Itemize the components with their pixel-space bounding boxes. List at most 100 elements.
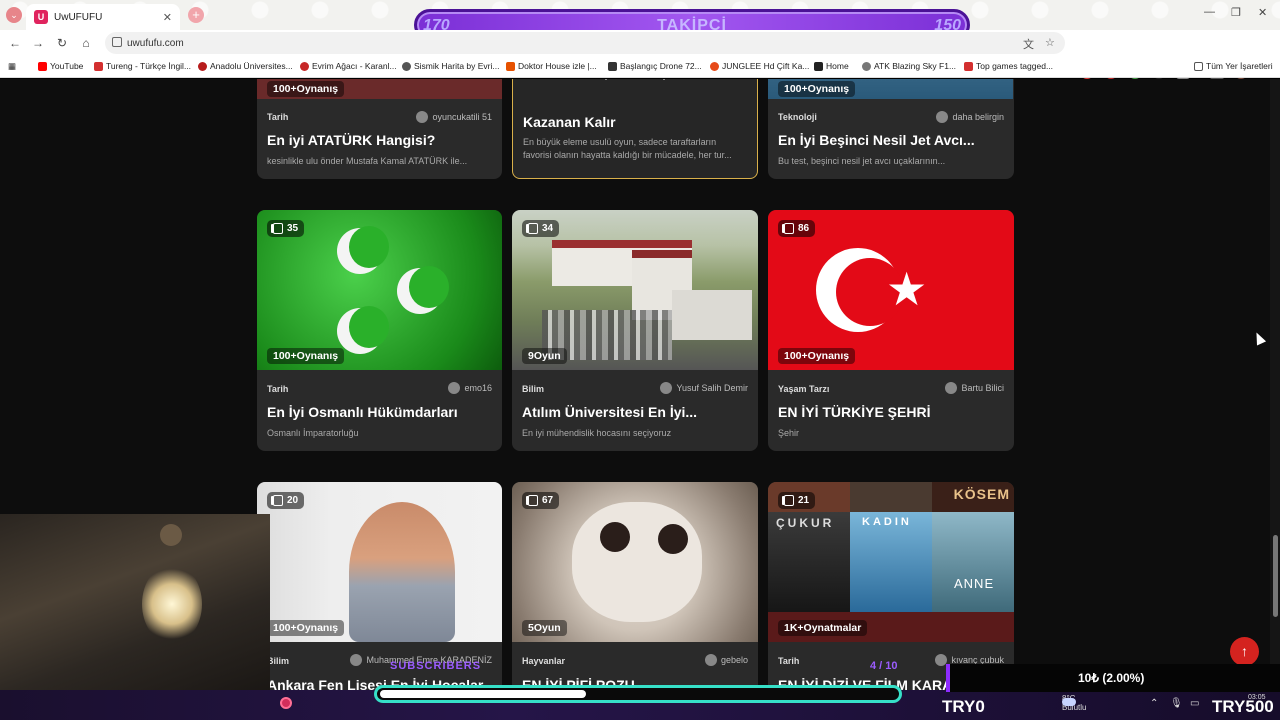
card-category: Tarih (267, 112, 289, 122)
apps-grid-icon[interactable]: ▦ (8, 61, 16, 72)
bookmark-sismik-harita[interactable]: Sismik Harita by Evri... (402, 61, 500, 71)
card-count-badge: 20 (267, 492, 305, 509)
weather-widget[interactable]: 8°C Bulutlu (1040, 694, 1086, 712)
progress-fill (380, 690, 586, 698)
bookmark-evrim-agaci[interactable]: Evrim Ağacı - Karanl... (300, 61, 397, 71)
card-category: Hayvanlar (522, 656, 566, 666)
uwufufu-favicon-icon: U (34, 10, 48, 24)
donation-amount: 10₺ (2.00%) (1078, 671, 1145, 685)
user-icon (448, 382, 461, 394)
card-title: Kazanan Kalır (523, 114, 616, 130)
user-icon (936, 111, 949, 123)
card-category: Tarih (267, 384, 289, 394)
game-card-kazanan-kalir[interactable]: Kazanan Kalır En büyük eleme usulü oyun,… (512, 79, 758, 179)
card-thumbnail: 67 5Oyun (512, 482, 758, 642)
close-icon[interactable]: ✕ (163, 11, 172, 24)
bookmark-anadolu[interactable]: Anadolu Üniversites... (198, 61, 293, 71)
cards-icon (273, 223, 283, 234)
card-thumbnail: 100+Oynanış (257, 79, 502, 99)
card-count-badge: 34 (522, 220, 560, 237)
card-description: kesinlikle ulu önder Mustafa Kamal ATATÜ… (267, 156, 468, 166)
card-title: En İyi Beşinci Nesil Jet Avcı... (778, 132, 975, 148)
card-description: Osmanlı İmparatorluğu (267, 428, 359, 438)
card-category: Bilim (267, 656, 290, 666)
game-card-atilim[interactable]: 34 9Oyun Bilim Yusuf Salih Demir Atılım … (512, 210, 758, 451)
card-title: EN İYİ TÜRKİYE ŞEHRİ (778, 404, 931, 420)
card-plays: 100+Oynanış (267, 620, 345, 636)
bookmark-youtube[interactable]: YouTube (38, 61, 83, 71)
tab-uwufufu[interactable]: U UwUFUFU ✕ (26, 4, 180, 30)
card-title: En İyi Osmanlı Hükümdarları (267, 404, 458, 420)
tab-title: UwUFUFU (54, 11, 103, 23)
window-close-icon[interactable]: ✕ (1258, 6, 1267, 19)
game-card-jet[interactable]: 100+Oynanış Teknoloji daha belirgin En İ… (768, 79, 1014, 179)
user-icon (945, 382, 958, 394)
bookmark-home[interactable]: Home (814, 61, 849, 71)
scrollbar-thumb[interactable] (1273, 535, 1278, 617)
page-scrollbar[interactable] (1270, 79, 1280, 720)
card-author: oyuncukatili 51 (416, 111, 492, 123)
game-card-ataturk[interactable]: 100+Oynanış Tarih oyuncukatili 51 En iyi… (257, 79, 502, 179)
subscribers-label: SUBSCRIBERS (390, 660, 482, 672)
bookmark-doktor-house[interactable]: Doktor House izle |... (506, 61, 597, 71)
all-bookmarks-folder[interactable]: Tüm Yer İşaretleri (1194, 61, 1273, 71)
tray-chevron-icon[interactable]: ⌃ (1150, 698, 1158, 709)
donation-start: TRY0 (942, 697, 985, 716)
user-icon (350, 654, 363, 666)
forward-icon[interactable]: → (31, 36, 45, 50)
poster-tile: ÇUKUR (768, 512, 850, 612)
reload-icon[interactable]: ↻ (55, 36, 69, 50)
site-info-icon[interactable] (112, 37, 122, 47)
trophy-shape-right (651, 79, 677, 80)
card-category: Bilim (522, 384, 545, 394)
card-description: En iyi mühendislik hocasını seçiyoruz (522, 428, 672, 438)
bookmark-star-icon[interactable]: ☆ (1045, 36, 1055, 49)
game-card-turkiye-sehri[interactable]: ★ 86 100+Oynanış Yaşam Tarzı Bartu Bilic… (768, 210, 1014, 451)
home-icon[interactable]: ⌂ (79, 36, 93, 50)
subscribers-count: 4 / 10 (870, 660, 898, 672)
scroll-to-top-button[interactable]: ↑ (1230, 637, 1259, 666)
card-thumbnail: ★ 86 100+Oynanış (768, 210, 1014, 370)
tab-search-icon[interactable]: ⌄ (6, 7, 22, 23)
lamp-shape (160, 524, 182, 546)
new-tab-icon[interactable]: + (188, 7, 204, 23)
building-shape (672, 290, 752, 340)
microphone-icon[interactable]: 🎙 (1170, 698, 1183, 709)
crescent-shape (397, 266, 449, 314)
cards-icon (273, 495, 283, 506)
bookmark-atk-blazing-sky[interactable]: ATK Blazing Sky F1... (862, 61, 956, 71)
card-author: Bartu Bilici (945, 382, 1004, 394)
card-count-badge: 21 (778, 492, 816, 509)
light-glow (142, 564, 202, 644)
bookmark-drone[interactable]: Başlangıç Drone 72... (608, 61, 702, 71)
card-title: En iyi ATATÜRK Hangisi? (267, 132, 436, 148)
card-title: Atılım Üniversitesi En İyi... (522, 404, 698, 420)
poster-title: KADIN (862, 516, 912, 528)
back-icon[interactable]: ← (8, 36, 22, 50)
plush-eye (658, 524, 688, 554)
cards-icon (528, 223, 538, 234)
card-plays: 1K+Oynatmalar (778, 620, 868, 636)
cards-icon (528, 495, 538, 506)
maximize-icon[interactable]: ❐ (1231, 6, 1241, 19)
game-card-osmanli[interactable]: 35 100+Oynanış Tarih emo16 En İyi Osmanl… (257, 210, 502, 451)
bookmark-top-games[interactable]: Top games tagged... (964, 61, 1053, 71)
card-count-badge: 86 (778, 220, 816, 237)
card-author: daha belirgin (936, 111, 1004, 123)
bookmark-junglee[interactable]: JUNGLEE Hd Çift Ka... (710, 61, 809, 71)
cards-icon (784, 223, 794, 234)
user-icon (704, 654, 717, 666)
url-bar[interactable]: uwufufu.com 文 ☆ (105, 32, 1065, 54)
card-thumbnail: 20 100+Oynanış (257, 482, 502, 642)
card-plays: 5Oyun (522, 620, 567, 636)
card-category: Yaşam Tarzı (778, 384, 830, 394)
address-toolbar: ← → ↻ ⌂ uwufufu.com 文 ☆ ⋮ (0, 30, 1280, 79)
card-plays: 100+Oynanış (778, 348, 856, 364)
bookmarks-bar: ▦ YouTube Tureng - Türkçe İngil... Anado… (0, 56, 1280, 78)
user-icon (416, 111, 429, 123)
minimize-icon[interactable]: — (1204, 6, 1215, 18)
star-icon: ★ (886, 263, 928, 315)
bookmark-tureng[interactable]: Tureng - Türkçe İngil... (94, 61, 191, 71)
monitor-icon[interactable]: ▭ (1190, 698, 1199, 709)
translate-icon[interactable]: 文 (1023, 36, 1034, 52)
